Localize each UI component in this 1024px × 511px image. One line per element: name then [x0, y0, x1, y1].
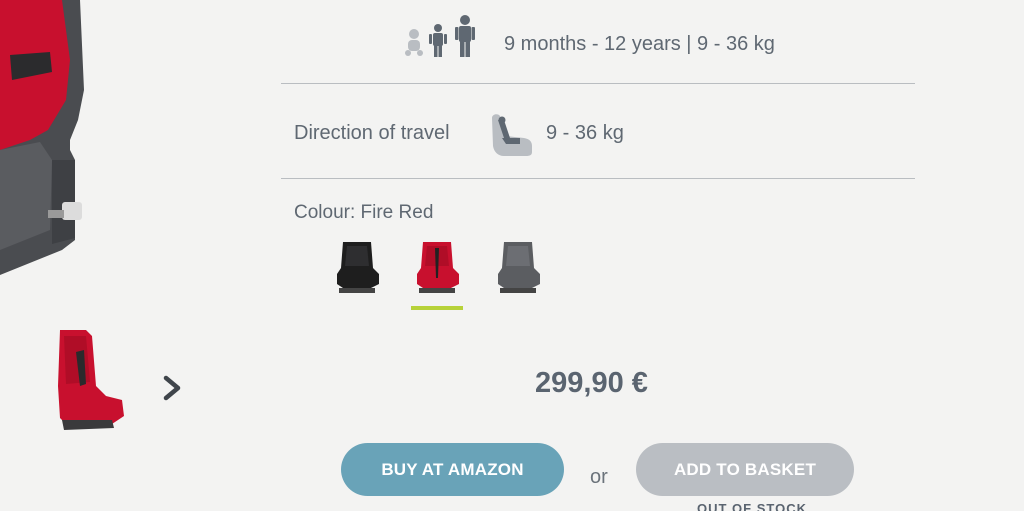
colour-label: Colour: Fire Red: [294, 202, 434, 223]
selected-colour-indicator: [411, 306, 463, 310]
direction-weight-range: 9 - 36 kg: [546, 122, 624, 144]
or-separator: or: [590, 466, 608, 488]
chevron-right-icon[interactable]: [160, 372, 186, 404]
divider: [281, 83, 915, 84]
stock-status: OUT OF STOCK: [697, 501, 807, 511]
colour-swatch-grey[interactable]: [492, 238, 544, 300]
product-main-image: [0, 0, 90, 290]
colour-swatch-fire-red[interactable]: [411, 238, 463, 300]
age-weight-range: 9 months - 12 years | 9 - 36 kg: [504, 33, 775, 55]
forward-facing-seat-icon: [488, 112, 536, 158]
colour-swatch-black[interactable]: [331, 238, 383, 300]
product-price: 299,90 €: [535, 367, 648, 399]
buy-at-amazon-button[interactable]: BUY AT AMAZON: [341, 443, 564, 496]
age-group-icon: [402, 14, 482, 60]
divider: [281, 178, 915, 179]
product-thumbnail[interactable]: [52, 326, 126, 432]
add-to-basket-button[interactable]: ADD TO BASKET: [636, 443, 854, 496]
direction-of-travel-label: Direction of travel: [294, 122, 450, 144]
